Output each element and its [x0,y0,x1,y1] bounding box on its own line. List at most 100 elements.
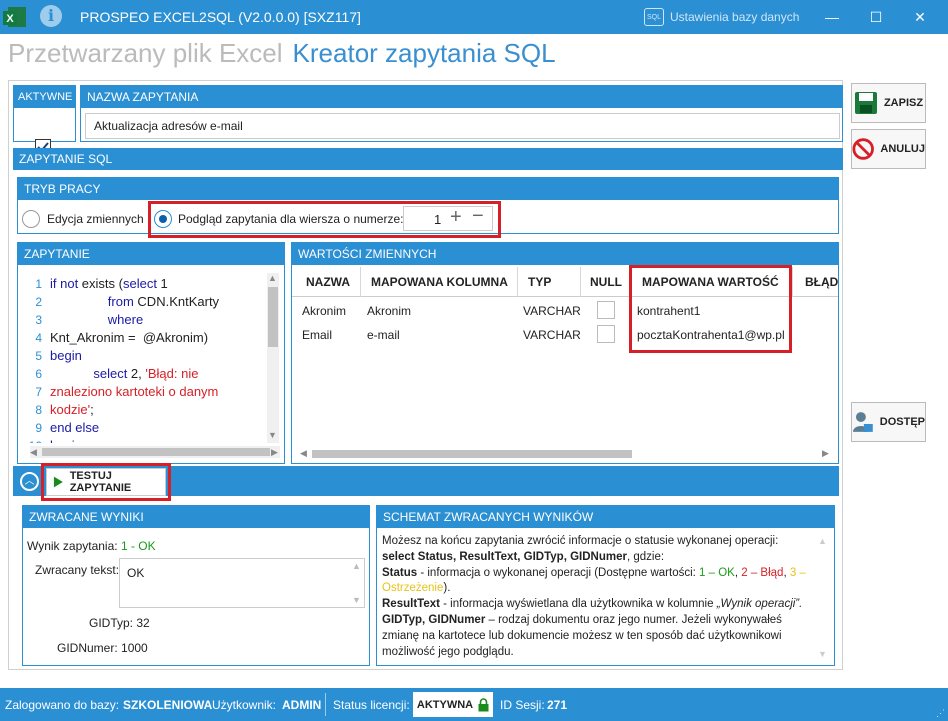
code-line: 9 end else [26,419,264,437]
gidnumer-line: GIDNumer: 1000 [57,641,148,655]
code-token: where [107,312,144,327]
license-label: Status licencji: [333,698,410,712]
query-name-input[interactable]: Aktualizacja adresów e-mail [85,113,840,139]
lock-icon [478,697,489,711]
code-line: 3 where [26,311,264,329]
scroll-left-icon[interactable]: ◀ [30,447,37,458]
returned-text-value: OK [127,566,145,580]
code-line: 2 from CDN.KntKarty [26,293,264,311]
schema-p4: ResultText - informacja wyświetlana dla … [382,598,803,611]
plus-icon[interactable]: + [450,206,462,229]
status-bar: Zalogowano do bazy: SZKOLENIOWA Użytkown… [0,688,948,721]
scroll-right-icon[interactable]: ▶ [271,447,278,458]
schema-p1: Możesz na końcu zapytania zwrócić inform… [382,535,779,547]
variables-hscrollbar[interactable]: ◀ ▶ [300,448,830,460]
line-number: 3 [35,313,42,327]
code-token: begin [50,438,82,443]
editor-vscrollbar[interactable]: ▲ ▼ [267,273,279,443]
editor-scroll-thumb[interactable] [268,287,278,347]
query-header: ZAPYTANIE [18,243,284,265]
scroll-down-icon[interactable]: ▼ [352,595,361,605]
active-panel: AKTYWNE [13,85,76,155]
col-type[interactable]: TYP [528,275,551,289]
session-label: ID Sesji: [500,698,545,712]
code-line: 10 begin [26,437,264,443]
title-bar: X i PROSPEO EXCEL2SQL (V2.0.0.0) [SXZ117… [0,0,948,34]
test-query-button[interactable]: TESTUJ ZAPYTANIE [46,468,166,496]
mode-edit-radio[interactable] [22,210,40,228]
database-icon: SQL [644,8,664,26]
code-token: end else [50,420,100,435]
sql-editor[interactable]: 1 if not exists (select 12 from CDN.KntKa… [26,275,264,443]
editor-hscroll-thumb[interactable] [42,448,270,456]
db-settings-link[interactable]: SQL Ustawienia bazy danych [644,8,799,26]
nav-sql-builder[interactable]: Kreator zapytania SQL [293,38,556,68]
svg-text:X: X [6,13,14,25]
schema-p5: GIDTyp, GIDNumer – rodzaj dokumentu oraz… [382,613,782,658]
forbidden-icon [852,138,874,160]
code-token: select [122,276,161,291]
close-button[interactable]: ✕ [905,6,935,28]
minimize-button[interactable]: — [817,6,847,28]
status-divider [325,693,326,716]
scroll-down-icon[interactable]: ▼ [818,649,827,659]
schema-header: SCHEMAT ZWRACANYCH WYNIKÓW [377,506,834,528]
row-column: Akronim [367,304,412,318]
query-panel: ZAPYTANIE 1 if not exists (select 12 from… [17,242,285,464]
col-null[interactable]: NULL [590,275,622,289]
db-settings-label: Ustawienia bazy danych [670,10,800,24]
variables-hscroll-thumb[interactable] [312,450,632,458]
access-button[interactable]: DOSTĘP [851,402,926,442]
user-access-icon [852,412,873,432]
mode-preview-label: Podgląd zapytania dla wiersza o numerze: [178,212,404,226]
license-badge[interactable]: AKTYWNA [413,692,493,717]
result-value: 1 - OK [120,539,156,553]
row-null-checkbox[interactable] [597,325,615,343]
schema-p3: Status - informacja o wykonanej operacji… [382,566,806,595]
scroll-down-icon[interactable]: ▼ [268,430,277,440]
collapse-icon[interactable]: ︿ [20,472,39,491]
line-number: 7 [35,385,42,399]
license-value: AKTYWNA [416,698,474,711]
play-icon [53,476,63,488]
query-name-header: NAZWA ZAPYTANIA [81,86,842,108]
active-header: AKTYWNE [14,86,75,108]
code-token: 'Błąd: nie [145,366,199,381]
editor-hscrollbar[interactable]: ◀ ▶ [30,446,280,458]
returned-text-field[interactable]: OK ▲ ▼ [119,558,365,608]
schema-panel: SCHEMAT ZWRACANYCH WYNIKÓW Możesz na koń… [376,505,835,666]
code-token: 2, [130,366,146,381]
resize-grip-icon[interactable]: ⋰ [936,708,945,719]
gidnumer-value: 1000 [121,641,148,655]
row-null-checkbox[interactable] [597,301,615,319]
scroll-right-icon[interactable]: ▶ [822,448,829,459]
session-value: 271 [547,698,568,712]
scroll-up-icon[interactable]: ▲ [818,536,827,546]
col-name[interactable]: NAZWA [306,275,350,289]
info-icon[interactable]: i [40,5,62,27]
gidtyp-value: 32 [136,616,150,630]
result-label: Wynik zapytania: [27,539,118,553]
scroll-left-icon[interactable]: ◀ [300,448,307,459]
row-number-stepper[interactable]: 1 + − [403,205,493,231]
minus-icon[interactable]: − [472,205,484,228]
col-error[interactable]: BŁĄD [805,275,838,289]
scroll-up-icon[interactable]: ▲ [352,561,361,571]
col-mapped-column[interactable]: MAPOWANA KOLUMNA [371,275,508,289]
db-value: SZKOLENIOWA [123,698,213,712]
mode-edit-label: Edycja zmiennych [47,212,144,226]
code-token: from [107,294,138,309]
code-token: 1 [160,276,168,291]
mode-preview-radio[interactable] [154,210,172,228]
maximize-button[interactable]: ☐ [861,6,891,28]
code-line: 4 Knt_Akronim = @Akronim) [26,329,264,347]
code-line: 8 kodzie'; [26,401,264,419]
line-number: 8 [35,403,42,417]
save-button[interactable]: ZAPISZ [851,83,926,123]
gidnumer-label: GIDNumer: [57,641,118,655]
cancel-button[interactable]: ANULUJ [851,129,926,169]
scroll-up-icon[interactable]: ▲ [268,273,277,283]
nav-excel-file[interactable]: Przetwarzany plik Excel [8,38,283,68]
